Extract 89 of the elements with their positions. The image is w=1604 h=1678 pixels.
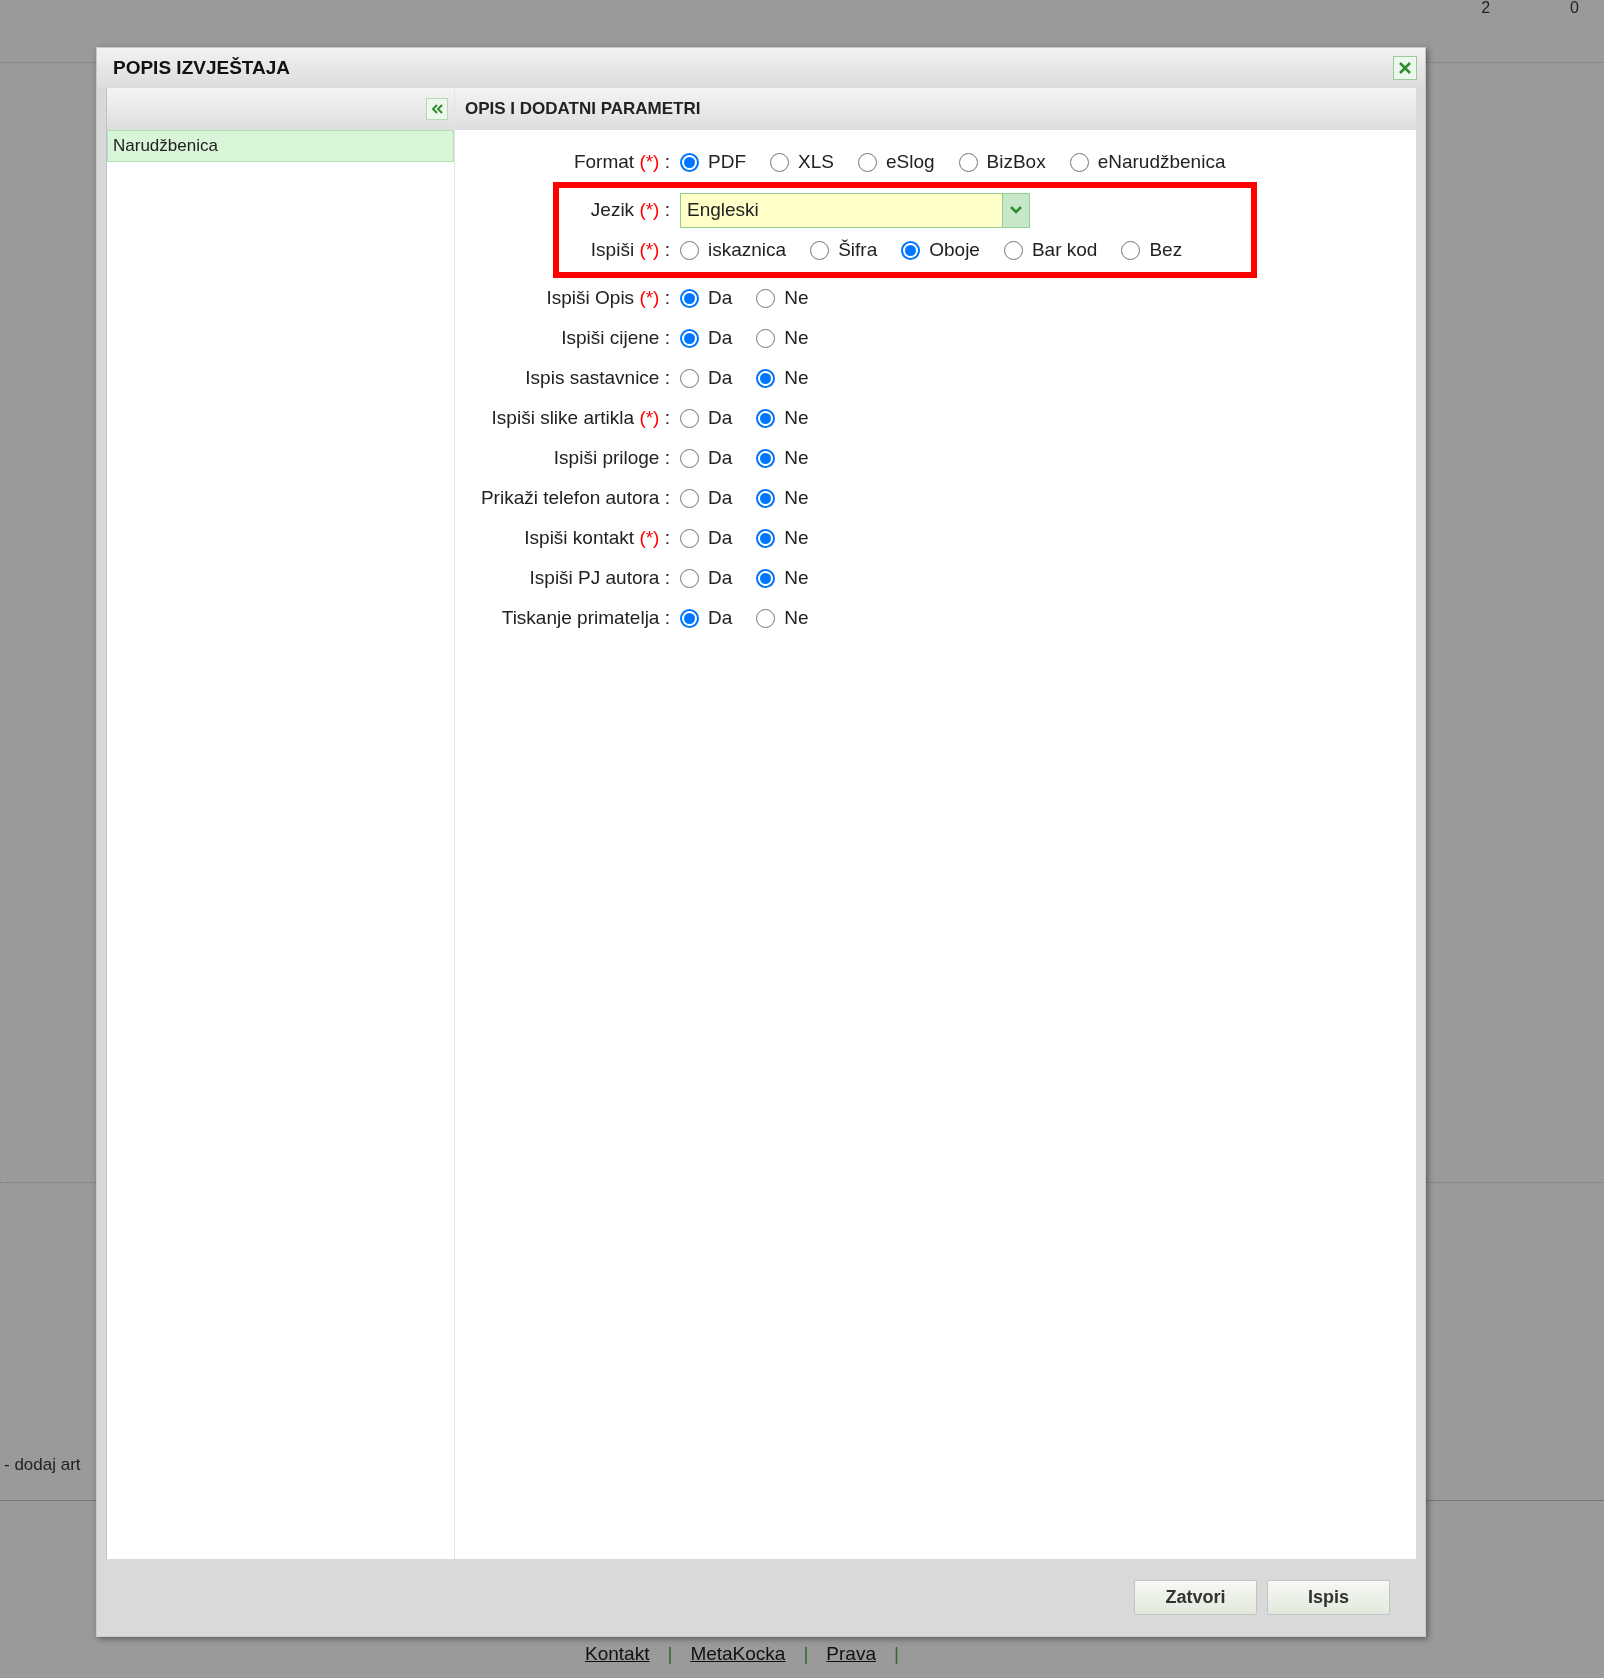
radio-option[interactable]: Da	[680, 563, 733, 593]
radio-option[interactable]: Ne	[756, 563, 809, 593]
radio-button[interactable]	[756, 568, 776, 588]
collapse-button[interactable]	[426, 98, 448, 120]
field-label: Jezik (*) :	[589, 197, 671, 222]
field-label: Ispiši kontakt (*) :	[523, 525, 671, 550]
double-chevron-left-icon	[430, 103, 444, 115]
close-button[interactable]	[1393, 56, 1417, 80]
radio-option[interactable]: Da	[680, 323, 733, 353]
radio-button[interactable]	[756, 408, 776, 428]
radio-option[interactable]: Ne	[756, 523, 809, 553]
radio-button[interactable]	[680, 448, 699, 468]
radio-button[interactable]	[1121, 240, 1141, 260]
table-value: 2	[1481, 0, 1491, 16]
dialog-button[interactable]: Ispis	[1267, 1580, 1390, 1615]
radio-option[interactable]: eNarudžbenica	[1069, 147, 1226, 177]
radio-button[interactable]	[756, 288, 776, 308]
radio-option[interactable]: Da	[680, 523, 733, 553]
link-separator: |	[667, 1642, 673, 1666]
radio-button[interactable]	[857, 152, 877, 172]
radio-option[interactable]: Da	[680, 483, 733, 513]
radio-option[interactable]: Ne	[756, 403, 809, 433]
radio-option[interactable]: Ne	[756, 283, 809, 313]
footer-link[interactable]: Kontakt	[585, 1640, 650, 1669]
radio-button[interactable]	[901, 240, 921, 260]
radio-button[interactable]	[1003, 240, 1023, 260]
radio-button[interactable]	[680, 288, 699, 308]
language-select[interactable]: Engleski	[680, 192, 1030, 228]
radio-button[interactable]	[680, 408, 699, 428]
radio-button[interactable]	[756, 368, 776, 388]
radio-button[interactable]	[756, 488, 776, 508]
radio-option[interactable]: XLS	[770, 147, 834, 177]
radio-option[interactable]: Ne	[756, 323, 809, 353]
footer-link[interactable]: MetaKocka	[690, 1640, 786, 1669]
radio-option[interactable]: iskaznica	[680, 235, 787, 265]
radio-option[interactable]: Ne	[756, 483, 809, 513]
radio-option[interactable]: Bez	[1121, 235, 1183, 265]
field-label: Ispiši Opis (*) :	[545, 285, 671, 310]
radio-button[interactable]	[680, 152, 699, 172]
radio-option[interactable]: Da	[680, 443, 733, 473]
radio-option[interactable]: BizBox	[958, 147, 1046, 177]
radio-button[interactable]	[810, 240, 830, 260]
radio-option[interactable]: PDF	[680, 147, 746, 177]
radio-button[interactable]	[680, 368, 699, 388]
radio-button[interactable]	[770, 152, 789, 172]
report-list-item[interactable]: Narudžbenica	[107, 130, 454, 162]
radio-button[interactable]	[680, 488, 699, 508]
dialog-button[interactable]: Zatvori	[1134, 1580, 1257, 1615]
radio-button[interactable]	[680, 328, 699, 348]
field-label: Prikaži telefon autora :	[479, 485, 671, 510]
radio-button[interactable]	[756, 328, 776, 348]
radio-button[interactable]	[1069, 152, 1089, 172]
chevron-down-icon	[1009, 205, 1023, 215]
radio-option[interactable]: Šifra	[810, 235, 878, 265]
field-label: Ispiši (*) :	[589, 237, 671, 262]
table-value: 0	[1570, 0, 1579, 16]
field-label: Ispiši slike artikla (*) :	[490, 405, 671, 430]
radio-option[interactable]: Ne	[756, 443, 809, 473]
field-label: Ispis sastavnice :	[524, 365, 671, 390]
field-label: Tiskanje primatelja :	[500, 605, 671, 630]
radio-option[interactable]: Da	[680, 283, 733, 313]
dialog-title: POPIS IZVJEŠTAJA	[113, 55, 291, 80]
field-label: Format (*) :	[572, 149, 671, 174]
radio-button[interactable]	[756, 448, 776, 468]
field-label: Ispiši cijene :	[560, 325, 671, 350]
radio-button[interactable]	[680, 240, 699, 260]
field-label: Ispiši PJ autora :	[528, 565, 671, 590]
radio-option[interactable]: Oboje	[901, 235, 980, 265]
footer-link[interactable]: Prava	[826, 1640, 876, 1669]
link-separator: |	[894, 1642, 899, 1666]
radio-option[interactable]: Ne	[756, 603, 809, 633]
row-text: - dodaj art	[4, 1454, 81, 1476]
radio-button[interactable]	[756, 608, 776, 628]
radio-option[interactable]: Da	[680, 603, 733, 633]
dropdown-button[interactable]	[1002, 193, 1029, 227]
field-label: Ispiši priloge :	[552, 445, 671, 470]
radio-option[interactable]: Da	[680, 363, 733, 393]
panel-title: OPIS I DODATNI PARAMETRI	[465, 98, 701, 121]
radio-button[interactable]	[680, 528, 699, 548]
radio-option[interactable]: Da	[680, 403, 733, 433]
radio-button[interactable]	[680, 568, 699, 588]
radio-button[interactable]	[756, 528, 776, 548]
radio-option[interactable]: Ne	[756, 363, 809, 393]
radio-button[interactable]	[958, 152, 978, 172]
close-icon	[1398, 61, 1412, 75]
radio-button[interactable]	[680, 608, 699, 628]
radio-option[interactable]: Bar kod	[1003, 235, 1098, 265]
radio-option[interactable]: eSlog	[857, 147, 935, 177]
link-separator: |	[803, 1642, 809, 1666]
